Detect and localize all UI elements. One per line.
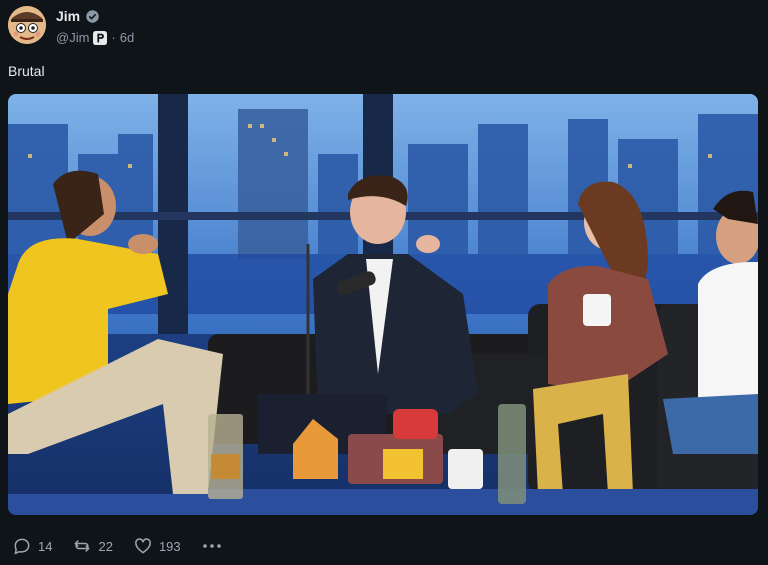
separator: · [111,30,116,45]
display-name[interactable]: Jim [56,8,80,24]
more-button[interactable] [201,536,223,556]
like-count: 193 [158,538,181,554]
post-image[interactable] [8,94,758,515]
avatar[interactable] [8,6,46,44]
reply-icon [14,538,30,555]
like-button[interactable]: 193 [133,536,181,556]
post-header: Jim @Jim · 6d [56,8,134,45]
photo-media [8,94,758,515]
p-badge-icon [93,30,108,45]
timestamp[interactable]: 6d [120,30,134,45]
cartoon-face-avatar-icon [8,6,46,44]
meta-row: @Jim · 6d [56,30,134,45]
name-row: Jim [56,8,134,24]
more-icon [202,544,221,548]
repost-icon [75,540,90,552]
heart-icon [135,538,151,554]
post-text: Brutal [8,63,45,79]
repost-button[interactable]: 22 [72,536,113,556]
reply-button[interactable]: 14 [12,536,52,556]
post-card[interactable]: Jim @Jim · 6d Brutal 14 22 193 [0,0,768,565]
handle[interactable]: @Jim [56,30,89,45]
action-bar: 14 22 193 [12,536,223,556]
reply-count: 14 [38,538,53,554]
repost-count: 22 [98,538,113,554]
verified-icon [86,9,99,23]
